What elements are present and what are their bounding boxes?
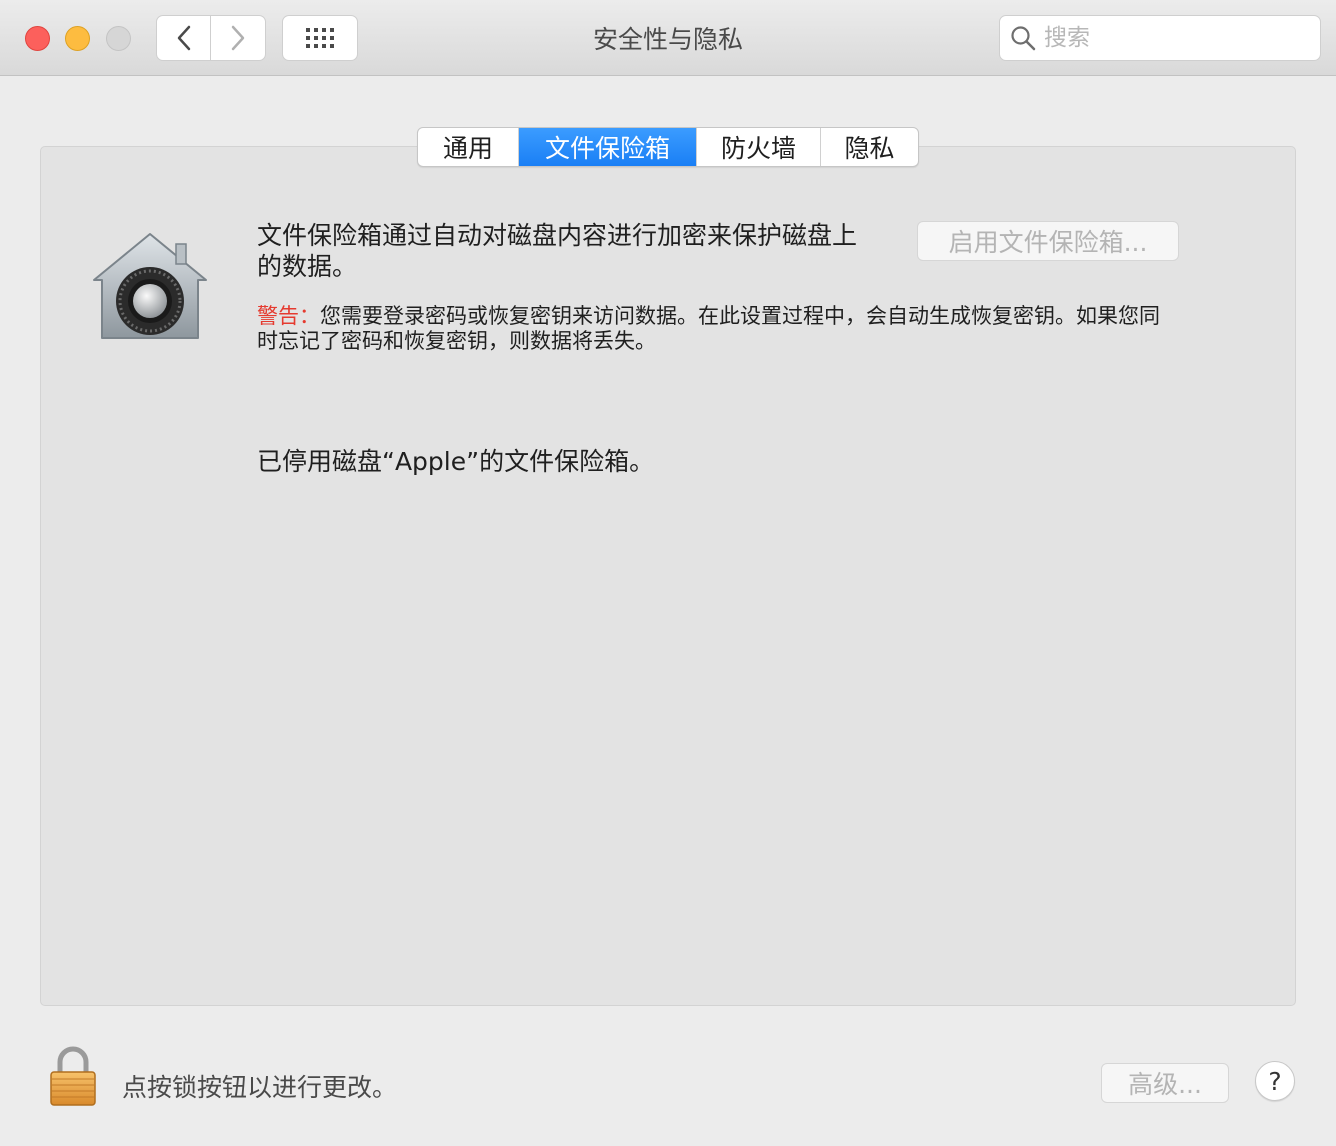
filevault-house-icon <box>93 233 207 339</box>
forward-button[interactable] <box>211 15 266 61</box>
minimize-window-button[interactable] <box>65 26 90 51</box>
tab-filevault[interactable]: 文件保险箱 <box>518 128 696 166</box>
tab-bar: 通用 文件保险箱 防火墙 隐私 <box>417 127 919 167</box>
back-button[interactable] <box>156 15 211 61</box>
advanced-button[interactable]: 高级... <box>1101 1063 1229 1103</box>
navigation-buttons <box>156 15 266 61</box>
search-input[interactable] <box>1044 25 1304 51</box>
tab-general[interactable]: 通用 <box>418 128 518 166</box>
close-window-button[interactable] <box>25 26 50 51</box>
tab-privacy[interactable]: 隐私 <box>820 128 918 166</box>
chevron-left-icon <box>177 25 190 51</box>
warning-label: 警告： <box>257 304 320 328</box>
zoom-window-button[interactable] <box>106 26 131 51</box>
preferences-window: 安全性与隐私 通用 文件保险箱 防火墙 隐私 <box>0 0 1336 1146</box>
tab-firewall[interactable]: 防火墙 <box>696 128 820 166</box>
grid-icon <box>306 28 334 48</box>
search-icon <box>1011 26 1036 51</box>
show-all-button[interactable] <box>282 15 358 61</box>
filevault-warning: 警告：您需要登录密码或恢复密钥来访问数据。在此设置过程中，会自动生成恢复密钥。如… <box>257 304 1167 354</box>
warning-text: 您需要登录密码或恢复密钥来访问数据。在此设置过程中，会自动生成恢复密钥。如果您同… <box>257 304 1160 353</box>
lock-icon[interactable] <box>48 1046 98 1108</box>
lock-instruction: 点按锁按钮以进行更改。 <box>122 1073 398 1102</box>
help-button[interactable]: ? <box>1255 1061 1295 1101</box>
enable-filevault-button[interactable]: 启用文件保险箱... <box>917 221 1179 261</box>
title-bar: 安全性与隐私 <box>0 0 1336 76</box>
search-field[interactable] <box>999 15 1321 61</box>
chevron-right-icon <box>231 25 245 51</box>
filevault-status: 已停用磁盘“Apple”的文件保险箱。 <box>257 447 655 476</box>
filevault-description: 文件保险箱通过自动对磁盘内容进行加密来保护磁盘上的数据。 <box>257 221 858 281</box>
